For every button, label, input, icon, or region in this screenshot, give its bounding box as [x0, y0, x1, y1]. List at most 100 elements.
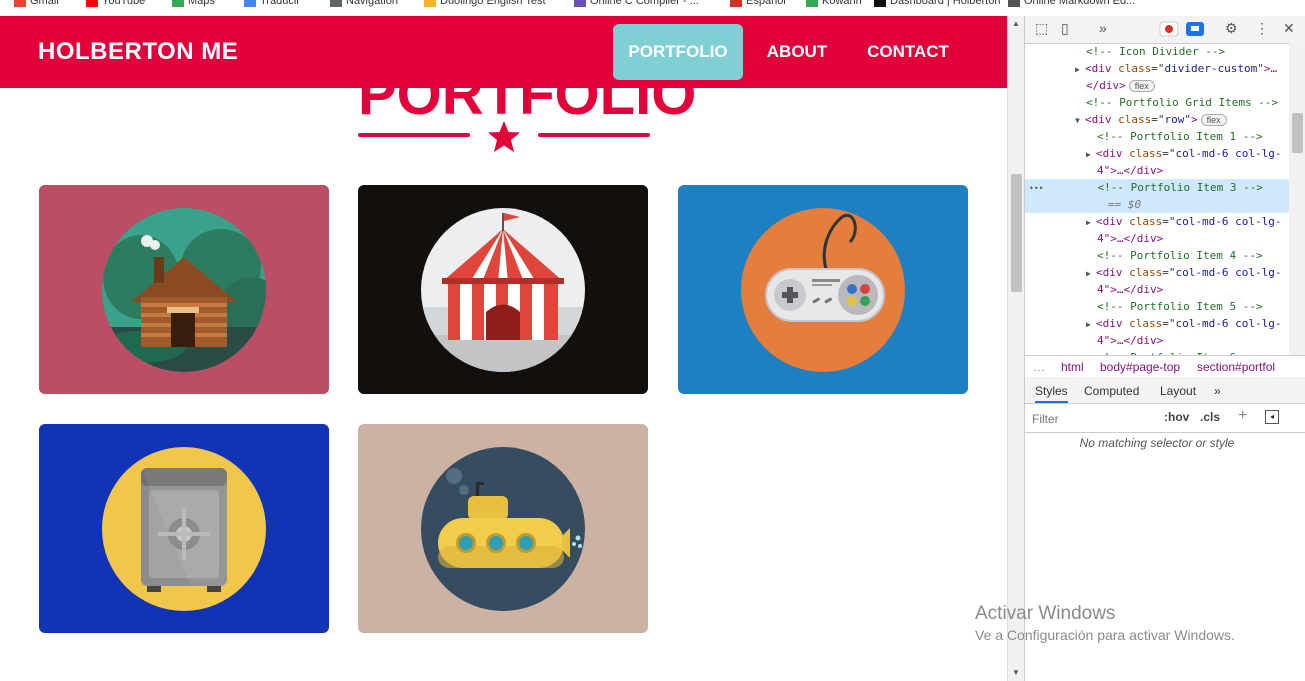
dom-tree-line[interactable]: ▶ <div class="col-md-6 col-lg-: [1025, 315, 1289, 332]
html-attr-name: class: [1118, 62, 1152, 75]
nav-about-link[interactable]: ABOUT: [752, 24, 842, 80]
dom-tree-line[interactable]: ▶ <div class="col-md-6 col-lg-: [1025, 145, 1289, 162]
bookmark-item[interactable]: Español: [730, 0, 786, 8]
html-tag-name: div: [1102, 215, 1123, 228]
messages-icon[interactable]: [1185, 21, 1205, 40]
bookmark-item[interactable]: Dashboard | Holberton: [874, 0, 1000, 8]
add-rule-icon[interactable]: +: [1238, 407, 1247, 425]
html-attr-name: class: [1129, 215, 1163, 228]
dom-tree-line[interactable]: <!-- Portfolio Grid Items -->: [1025, 94, 1289, 111]
tag-bracket: <: [1096, 317, 1103, 330]
class-toggle[interactable]: .cls: [1200, 410, 1220, 424]
dom-tree-line[interactable]: 4">…</div>: [1025, 281, 1289, 298]
brand-logo[interactable]: HOLBERTON ME: [38, 38, 238, 66]
html-tag-name: div: [1091, 62, 1112, 75]
dom-tree-line[interactable]: </div> flex: [1025, 77, 1289, 94]
breadcrumb-html[interactable]: html: [1061, 356, 1084, 378]
html-tag-rest: >…: [1263, 62, 1278, 75]
bookmark-label: Dashboard | Holberton: [890, 0, 1001, 7]
dom-tree-line[interactable]: <!-- Portfolio Item 4 -->: [1025, 247, 1289, 264]
dom-tree-line[interactable]: <!-- Icon Divider -->: [1025, 43, 1289, 60]
node-actions-icon[interactable]: •••: [1029, 184, 1043, 193]
bookmark-item[interactable]: Online Markdown Ed...: [1008, 0, 1135, 8]
breadcrumb-ellipsis[interactable]: …: [1033, 356, 1045, 378]
expand-arrow-icon[interactable]: ▶: [1086, 146, 1096, 162]
portfolio-item-safe[interactable]: [39, 424, 329, 633]
bookmark-label: Online Markdown Ed...: [1024, 0, 1136, 7]
expand-arrow-icon[interactable]: ▶: [1086, 214, 1096, 230]
portfolio-item-circus[interactable]: [358, 185, 648, 394]
styles-filter-input[interactable]: [1029, 408, 1154, 430]
bookmark-item[interactable]: Duolingo English Test: [424, 0, 546, 8]
dom-tree-line[interactable]: <!-- Portfolio Item 1 -->: [1025, 128, 1289, 145]
dom-tree-line[interactable]: == $0: [1025, 196, 1289, 213]
bookmark-item[interactable]: YouTube: [86, 0, 145, 8]
hover-state-toggle[interactable]: :hov: [1164, 410, 1189, 424]
html-comment: <!-- Icon Divider -->: [1086, 45, 1226, 58]
devtools-panel: ⬚ ▯ » ⚙ ⋮ ✕ <!-- Icon Divider --> ▶ <div c…: [1024, 16, 1305, 681]
bookmark-favicon-icon: [806, 0, 818, 7]
portfolio-item-submarine[interactable]: [358, 424, 648, 633]
elements-tree[interactable]: <!-- Icon Divider --> ▶ <div class="divide…: [1025, 43, 1289, 355]
kebab-menu-icon[interactable]: ⋮: [1255, 20, 1269, 37]
more-panels-icon[interactable]: »: [1214, 377, 1221, 403]
settings-gear-icon[interactable]: ⚙: [1225, 20, 1238, 37]
close-icon[interactable]: ✕: [1283, 20, 1295, 37]
more-tabs-icon[interactable]: »: [1099, 20, 1107, 36]
dom-tree-line[interactable]: ▶ <div class="divider-custom">…: [1025, 60, 1289, 77]
bookmark-label: Kowarin: [822, 0, 862, 7]
html-comment: <!-- Portfolio Item 1 -->: [1097, 130, 1263, 143]
page-scrollbar[interactable]: ▲ ▼: [1007, 16, 1025, 681]
inspect-element-icon[interactable]: ⬚: [1035, 20, 1048, 37]
bookmark-item[interactable]: Gmail: [14, 0, 59, 8]
breadcrumb-body[interactable]: body#page-top: [1100, 356, 1180, 378]
bookmark-item[interactable]: Kowarin: [806, 0, 862, 8]
divider-line-left: [358, 133, 470, 137]
error-count-icon[interactable]: [1159, 21, 1179, 40]
bookmark-label: Español: [746, 0, 786, 7]
dom-tree-line[interactable]: ▶ <div class="col-md-6 col-lg-: [1025, 264, 1289, 281]
elements-scrollbar[interactable]: [1289, 43, 1305, 355]
portfolio-item-cabin[interactable]: [39, 185, 329, 394]
expand-arrow-icon[interactable]: ▶: [1086, 265, 1096, 281]
expand-arrow-icon[interactable]: ▶: [1075, 61, 1085, 77]
bookmark-item[interactable]: Navigation: [330, 0, 398, 8]
dom-tree-line[interactable]: ▼ <div class="row"> flex: [1025, 111, 1289, 128]
tab-computed[interactable]: Computed: [1084, 377, 1139, 403]
bookmarks-bar: Gmail YouTube Maps Traducir Navigation Duolin…: [0, 0, 1305, 17]
elements-scrollbar-thumb[interactable]: [1292, 113, 1303, 153]
bookmark-item[interactable]: Traducir: [244, 0, 300, 8]
device-toggle-icon[interactable]: ▯: [1061, 20, 1069, 37]
html-attr-value: row: [1164, 113, 1185, 126]
bookmark-favicon-icon: [330, 0, 342, 7]
dom-tree-line[interactable]: <!-- Portfolio Item 5 -->: [1025, 298, 1289, 315]
expand-arrow-icon[interactable]: ▶: [1086, 316, 1096, 332]
dom-tree-line[interactable]: 4">…</div>: [1025, 332, 1289, 349]
bookmark-label: Online C Compiler - ...: [590, 0, 699, 7]
dom-tree-line[interactable]: 4">…</div>: [1025, 162, 1289, 179]
dom-tree-line[interactable]: ▶ <div class="col-md-6 col-lg-: [1025, 213, 1289, 230]
dom-tree-line[interactable]: 4">…</div>: [1025, 230, 1289, 247]
collapse-arrow-icon[interactable]: ▼: [1075, 112, 1085, 128]
page-scrollbar-thumb[interactable]: [1011, 174, 1022, 292]
portfolio-item-game[interactable]: [678, 185, 968, 394]
html-tag-name: div: [1091, 113, 1112, 126]
scroll-up-icon[interactable]: ▲: [1012, 19, 1020, 28]
tab-layout[interactable]: Layout: [1160, 377, 1196, 403]
html-close-tag: </div>: [1086, 79, 1126, 92]
sidebar-toggle-icon[interactable]: ◂: [1265, 410, 1279, 424]
star-icon: [488, 121, 520, 152]
tab-styles[interactable]: Styles: [1035, 377, 1068, 403]
nav-contact-link[interactable]: CONTACT: [853, 24, 963, 80]
scroll-down-icon[interactable]: ▼: [1012, 668, 1020, 677]
attr-equals: =": [1162, 266, 1176, 279]
game-controller-icon: [741, 208, 905, 372]
dom-tree-line[interactable]: ••• <!-- Portfolio Item 3 -->: [1025, 179, 1289, 196]
bookmark-item[interactable]: Maps: [172, 0, 215, 8]
breadcrumb-section[interactable]: section#portfol: [1197, 356, 1275, 378]
bookmark-favicon-icon: [874, 0, 886, 7]
bookmark-item[interactable]: Online C Compiler - ...: [574, 0, 699, 8]
html-tag-name: div: [1102, 147, 1123, 160]
nav-portfolio-link[interactable]: PORTFOLIO: [613, 24, 743, 80]
breadcrumb: … html body#page-top section#portfol: [1025, 355, 1305, 379]
